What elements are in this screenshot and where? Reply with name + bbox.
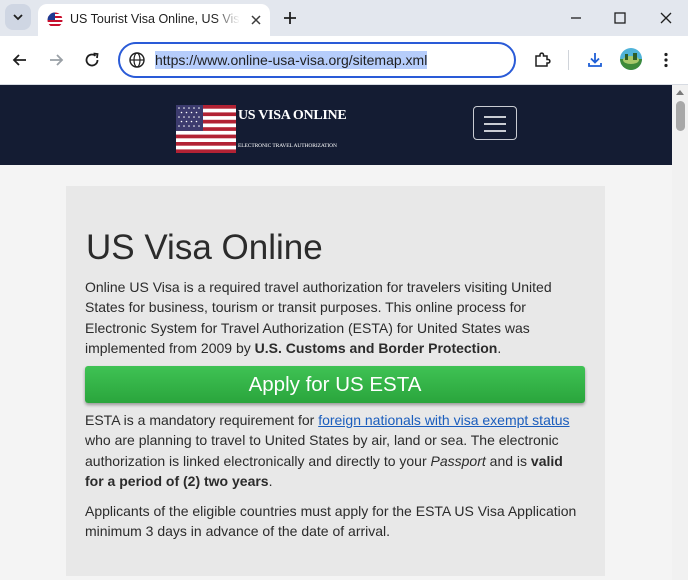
logo-subtitle: ELECTRONIC TRAVEL AUTHORIZATION [238, 143, 337, 149]
intro-end: . [497, 339, 502, 356]
active-tab[interactable]: US Tourist Visa Online, US Visa Applicat… [38, 4, 270, 36]
tab-title: US Tourist Visa Online, US Visa Applicat… [70, 12, 240, 26]
globe-icon[interactable] [128, 51, 146, 69]
tab-strip: US Tourist Visa Online, US Visa Applicat… [0, 0, 688, 36]
logo-title[interactable]: US VISA ONLINE [238, 108, 347, 124]
apply-esta-button[interactable]: Apply for US ESTA [85, 366, 585, 403]
applicants-paragraph: Applicants of the eligible countries mus… [85, 503, 577, 540]
tab-search-button[interactable] [5, 4, 31, 30]
chevron-down-icon [13, 14, 23, 21]
url-text[interactable]: https://www.online-usa-visa.org/sitemap.… [155, 51, 428, 69]
page-scrollbar[interactable] [672, 85, 688, 580]
hamburger-bar [484, 123, 506, 125]
site-header: US VISA ONLINE ELECTRONIC TRAVEL AUTHORI… [0, 85, 672, 165]
us-flag-icon [47, 12, 63, 28]
intro-bold-text: U.S. Customs and Border Protection [254, 339, 498, 356]
download-icon[interactable] [585, 50, 605, 70]
reload-icon[interactable] [82, 50, 102, 70]
esta-text-3: and is [485, 452, 531, 469]
scroll-up-arrow-icon[interactable] [676, 89, 684, 95]
extensions-puzzle-icon[interactable] [532, 50, 552, 70]
browser-toolbar: https://www.online-usa-visa.org/sitemap.… [0, 36, 688, 85]
forward-arrow-icon[interactable] [46, 50, 66, 70]
toolbar-divider [568, 50, 569, 70]
page-title: US Visa Online [86, 228, 323, 267]
profile-avatar[interactable] [620, 48, 642, 70]
esta-text-4: . [268, 472, 273, 489]
esta-paragraph: ESTA is a mandatory requirement for fore… [85, 410, 585, 491]
back-arrow-icon[interactable] [10, 50, 30, 70]
scrollbar-thumb[interactable] [676, 101, 685, 131]
us-flag-logo-icon[interactable] [176, 105, 236, 153]
visa-exempt-link[interactable]: foreign nationals with visa exempt statu… [318, 412, 569, 428]
passport-italic: Passport [430, 452, 486, 469]
more-vertical-icon[interactable] [656, 50, 676, 70]
intro-paragraph: Online US Visa is a required travel auth… [85, 277, 585, 358]
page-viewport: US VISA ONLINE ELECTRONIC TRAVEL AUTHORI… [0, 85, 672, 580]
plus-icon[interactable] [280, 8, 300, 28]
close-icon[interactable] [248, 12, 264, 28]
address-bar[interactable]: https://www.online-usa-visa.org/sitemap.… [118, 42, 516, 78]
minimize-icon[interactable] [566, 8, 586, 28]
maximize-icon[interactable] [610, 8, 630, 28]
menu-toggle-button[interactable] [473, 106, 517, 140]
avatar-landscape-icon [620, 48, 642, 70]
esta-text-1: ESTA is a mandatory requirement for [85, 412, 319, 428]
hamburger-bar [484, 116, 506, 118]
window-close-icon[interactable] [656, 8, 676, 28]
hamburger-bar [484, 130, 506, 132]
content-card: US Visa Online Online US Visa is a requi… [66, 186, 605, 576]
